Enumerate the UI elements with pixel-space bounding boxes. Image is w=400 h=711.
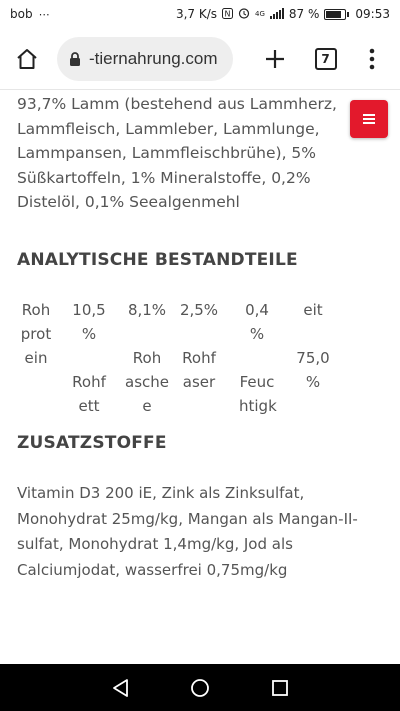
signal-icon: [269, 7, 284, 21]
analytic-table: Roh prot ein 10,5% Rohf ett 8,1% Roh asche e 2,5…: [17, 298, 377, 416]
analytic-cell-text: Roh: [132, 349, 162, 367]
ingredients-text: 93,7% Lamm (bestehend aus Lammherz, Lamm…: [17, 95, 337, 211]
analytic-column: eit 75,0%: [289, 298, 337, 394]
analytic-column: 10,5% Rohf ett: [67, 298, 111, 418]
notification-dots-icon: ⋯: [38, 7, 50, 21]
analytic-cell-text: e: [142, 397, 152, 415]
analytic-cell-text: %: [249, 325, 265, 343]
analytic-column: 8,1% Roh asche e: [125, 298, 169, 418]
status-right: 3,7 K/s N 4G 87 % 09:53: [176, 7, 390, 21]
home-icon: [17, 48, 38, 69]
additives-heading: ZUSATZSTOFFE: [17, 433, 167, 453]
back-button[interactable]: [100, 668, 140, 708]
analytic-cell-text: prot: [20, 325, 52, 343]
analytic-cell-text: [289, 322, 337, 346]
net-speed: 3,7 K/s: [175, 7, 218, 21]
more-menu-icon: [370, 48, 375, 69]
analytic-cell-text: 0,4: [245, 301, 269, 319]
nfc-icon: N: [222, 7, 234, 21]
site-menu-button[interactable]: [350, 100, 388, 138]
page-content: 93,7% Lamm (bestehend aus Lammherz, Lamm…: [0, 90, 400, 664]
analytic-cell-text: %: [81, 325, 97, 343]
home-circle-icon: [191, 678, 209, 697]
analytic-cell-text: Feuc: [239, 373, 275, 391]
analytic-column: 2,5% Rohf aser: [177, 298, 221, 394]
analytic-cell-text: aser: [182, 373, 216, 391]
hamburger-icon: [363, 114, 375, 124]
battery-percent: 87 %: [288, 7, 320, 21]
analytic-cell-text: [239, 346, 275, 370]
battery-icon: [324, 8, 350, 20]
clock: 09:53: [355, 7, 390, 21]
analytic-column: Roh prot ein: [17, 298, 55, 370]
analytic-cell-text: 2,5%: [179, 301, 219, 319]
new-tab-button[interactable]: [255, 39, 294, 79]
analytic-cell-text: htigk: [239, 397, 277, 415]
analytic-cell-text: [177, 322, 221, 346]
analytic-cell-text: Rohf: [72, 373, 106, 391]
analytic-cell-text: eit: [303, 301, 323, 319]
analytic-cell-text: asche: [125, 373, 169, 391]
analytic-heading: ANALYTISCHE BESTANDTEILE: [17, 250, 298, 270]
status-left: bob ⋯: [10, 7, 50, 21]
recents-icon: [272, 679, 288, 696]
status-bar: bob ⋯ 3,7 K/s N 4G 87 % 09:53: [0, 0, 400, 28]
url-bar[interactable]: -tiernahrung.com: [56, 36, 234, 81]
lock-icon: [69, 51, 80, 66]
back-icon: [113, 678, 128, 697]
carrier-label: bob: [10, 7, 33, 21]
analytic-cell-text: %: [305, 373, 321, 391]
battery-fill: [326, 10, 342, 18]
analytic-cell-text: 75,0: [296, 349, 330, 367]
alarm-icon: [238, 7, 250, 21]
more-menu-button[interactable]: [353, 39, 392, 79]
network-type-label: 4G: [255, 9, 265, 18]
analytic-cell-text: [125, 322, 169, 346]
additives-text: Vitamin D3 200 iE, Zink als Zinksulfat, …: [17, 484, 358, 579]
svg-text:N: N: [225, 9, 231, 18]
recents-button[interactable]: [260, 668, 300, 708]
analytic-cell-text: 10,5: [72, 301, 106, 319]
browser-toolbar: -tiernahrung.com 7: [0, 28, 400, 90]
home-button[interactable]: [8, 39, 47, 79]
url-text: -tiernahrung.com: [88, 48, 218, 68]
analytic-cell-text: [67, 346, 111, 370]
system-nav-bar: [0, 664, 400, 711]
analytic-cell-text: Roh: [21, 301, 51, 319]
tab-switcher-button[interactable]: 7: [306, 39, 345, 79]
new-tab-icon: [265, 49, 284, 68]
tab-switcher-icon: 7: [314, 47, 337, 70]
analytic-cell-text: Rohf: [182, 349, 216, 367]
analytic-cell-text: 8,1%: [127, 301, 167, 319]
analytic-cell-text: ett: [78, 397, 100, 415]
analytic-column: 0,4% Feuc htigk: [239, 298, 277, 418]
analytic-cell-text: ein: [24, 349, 48, 367]
home-nav-button[interactable]: [180, 668, 220, 708]
